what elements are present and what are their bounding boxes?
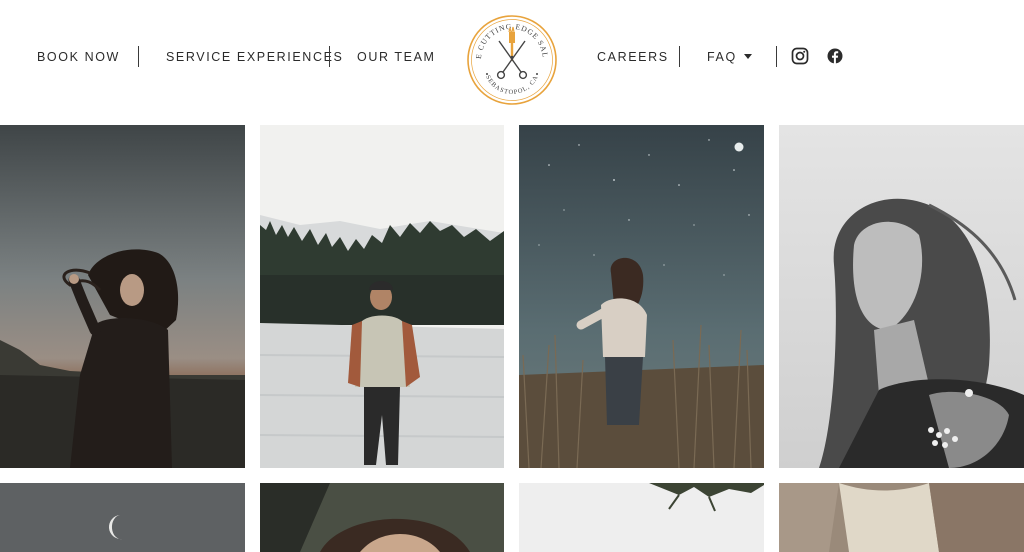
gallery-photo-woman-car[interactable] [260, 483, 504, 552]
facebook-icon[interactable] [827, 47, 845, 65]
brush-icon [509, 32, 515, 43]
gallery-photo-scarf[interactable] [779, 483, 1024, 552]
gallery-photo-woman-portrait[interactable] [779, 125, 1024, 468]
nav-divider [329, 46, 330, 67]
salon-logo-emblem: THE CUTTING EDGE SALON SEBASTOPOL, CA [463, 7, 557, 105]
nav-divider [679, 46, 680, 67]
gallery-photo-moon[interactable] [0, 483, 245, 552]
nav-faq-label: FAQ [707, 50, 737, 64]
nav-service-experiences[interactable]: SERVICE EXPERIENCES [166, 49, 343, 65]
nav-book-now[interactable]: BOOK NOW [37, 49, 120, 65]
site-header: BOOK NOW SERVICE EXPERIENCES OUR TEAM TH… [0, 0, 1024, 125]
gallery-photo-woman-stars[interactable] [519, 125, 764, 468]
chevron-down-icon [743, 54, 752, 60]
nav-faq-dropdown[interactable]: FAQ [707, 49, 752, 65]
gallery-photo-man-lake[interactable] [260, 125, 504, 468]
nav-divider [138, 46, 139, 67]
gallery-photo-woman-dusk[interactable] [0, 125, 245, 468]
nav-divider [776, 46, 777, 67]
salon-logo[interactable]: THE CUTTING EDGE SALON SEBASTOPOL, CA [463, 7, 558, 106]
gallery-photo-branches[interactable] [519, 483, 764, 552]
nav-our-team[interactable]: OUR TEAM [357, 49, 436, 65]
instagram-icon[interactable] [791, 47, 809, 65]
nav-careers[interactable]: CAREERS [597, 49, 669, 65]
